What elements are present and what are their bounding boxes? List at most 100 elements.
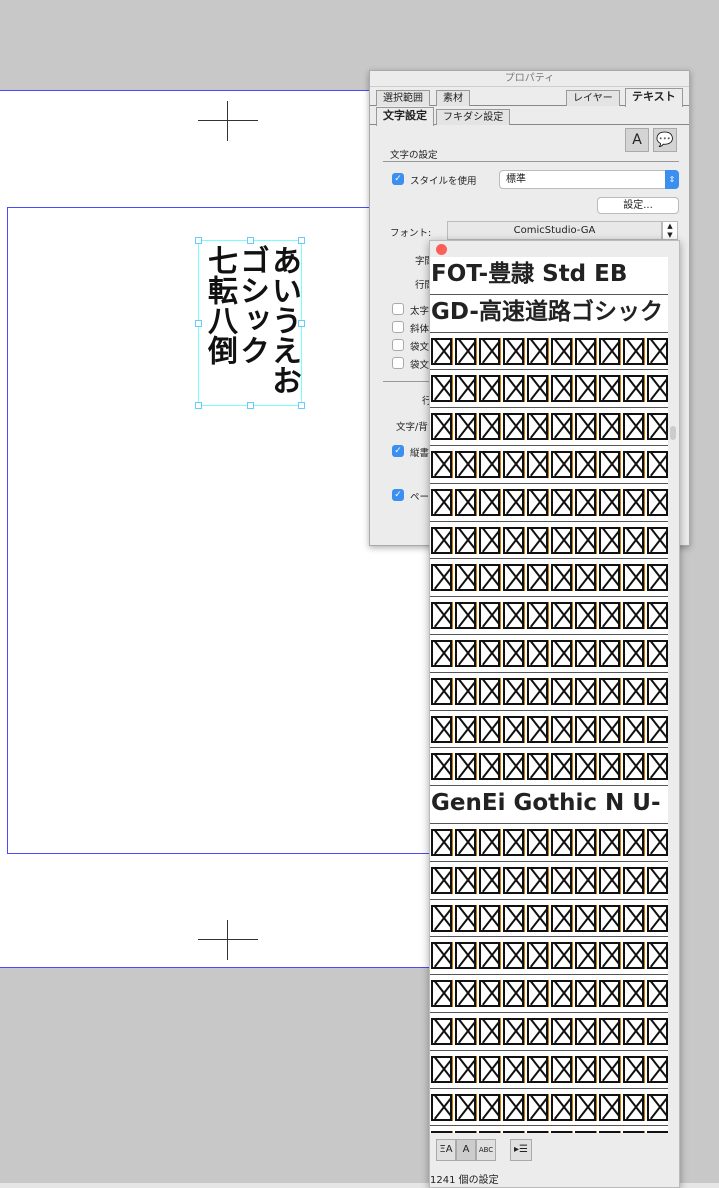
font-list-item-missing-glyphs[interactable] <box>430 711 668 749</box>
close-icon[interactable] <box>436 244 447 255</box>
missing-glyph-icon <box>431 413 452 441</box>
missing-glyph-icon <box>647 450 668 478</box>
missing-glyph-icon <box>647 1017 668 1045</box>
vertical-writing-checkbox[interactable]: ✓ <box>392 445 404 457</box>
divider <box>383 161 679 162</box>
font-list-item-missing-glyphs[interactable] <box>430 1051 668 1089</box>
resize-handle[interactable] <box>298 320 305 327</box>
font-list-item-missing-glyphs[interactable] <box>430 370 668 409</box>
missing-glyph-icon <box>503 980 524 1008</box>
page-checkbox[interactable]: ✓ <box>392 489 404 501</box>
resize-handle[interactable] <box>195 402 202 409</box>
missing-glyph-icon <box>575 602 596 630</box>
font-list-item[interactable]: FOT-豊隷 Std EB <box>430 257 668 295</box>
font-list-item-missing-glyphs[interactable] <box>430 484 668 522</box>
font-list-item-missing-glyphs[interactable] <box>430 1089 668 1127</box>
resize-handle[interactable] <box>298 402 305 409</box>
font-list[interactable]: FOT-豊隷 Std EB GD-高速道路ゴシック GenEi Gothic N U… <box>430 257 668 1133</box>
missing-glyph-icon <box>599 677 620 705</box>
missing-glyph-icon <box>599 602 620 630</box>
font-list-item-missing-glyphs[interactable] <box>430 559 668 598</box>
font-list-item-missing-glyphs[interactable] <box>430 975 668 1013</box>
font-list-item-missing-glyphs[interactable] <box>430 937 668 976</box>
missing-glyph-icon <box>575 450 596 478</box>
tab-balloon-settings[interactable]: フキダシ設定 <box>436 109 511 125</box>
missing-glyph-icon <box>551 526 572 554</box>
font-sample-icon[interactable]: A <box>456 1139 476 1161</box>
font-list-item-missing-glyphs[interactable] <box>430 1126 668 1133</box>
missing-glyph-icon <box>527 337 548 365</box>
tab-character-settings[interactable]: 文字設定 <box>376 107 434 126</box>
missing-glyph-icon <box>551 488 572 516</box>
missing-glyph-icon <box>503 715 524 743</box>
font-list-item-missing-glyphs[interactable] <box>430 522 668 560</box>
missing-glyph-icon <box>647 526 668 554</box>
balloon-tool-icon[interactable]: 💬 <box>653 128 677 152</box>
resize-handle[interactable] <box>247 237 254 244</box>
missing-glyph-icon <box>647 375 668 403</box>
missing-glyph-icon <box>455 602 476 630</box>
font-list-item-missing-glyphs[interactable] <box>430 862 668 900</box>
resize-handle[interactable] <box>247 402 254 409</box>
missing-glyph-icon <box>455 639 476 667</box>
sub-tabs: 文字設定 フキダシ設定 <box>370 107 689 126</box>
font-abc-icon[interactable]: ABC <box>476 1139 496 1161</box>
font-list-item-missing-glyphs[interactable] <box>430 446 668 484</box>
font-list-item-missing-glyphs[interactable] <box>430 1013 668 1051</box>
font-list-item-missing-glyphs[interactable] <box>430 900 668 938</box>
missing-glyph-icon <box>527 866 548 894</box>
font-list-item-missing-glyphs[interactable] <box>430 333 668 371</box>
font-list-item-missing-glyphs[interactable] <box>430 673 668 711</box>
missing-glyph-icon <box>647 980 668 1008</box>
style-select[interactable]: 標準 ⇕ <box>499 170 679 189</box>
scrollbar[interactable] <box>670 426 676 440</box>
font-list-item-missing-glyphs[interactable] <box>430 408 668 446</box>
missing-glyph-icon <box>503 753 524 781</box>
outline2-checkbox[interactable] <box>392 357 404 369</box>
missing-glyph-icon <box>575 564 596 592</box>
font-list-item-missing-glyphs[interactable] <box>430 824 668 862</box>
tab-text[interactable]: テキスト <box>625 88 683 107</box>
font-field[interactable]: ComicStudio-GA <box>447 221 662 240</box>
bold-checkbox[interactable] <box>392 303 404 315</box>
tab-material[interactable]: 素材 <box>436 90 470 106</box>
missing-glyph-icon <box>599 1093 620 1121</box>
text-object[interactable]: あいうえお ゴシック 七転八倒 <box>195 237 305 409</box>
resize-handle[interactable] <box>195 237 202 244</box>
font-preview-icon[interactable]: ΞA <box>436 1139 456 1161</box>
font-list-item[interactable]: GenEi Gothic N U- <box>430 786 668 824</box>
tab-layer[interactable]: レイヤー <box>566 90 620 106</box>
font-list-item-missing-glyphs[interactable] <box>430 597 668 635</box>
use-style-label: スタイルを使用 <box>410 176 477 187</box>
font-stepper[interactable]: ▲ ▼ <box>662 221 678 240</box>
vertical-text: あいうえお ゴシック 七転八倒 <box>202 245 301 395</box>
italic-checkbox[interactable] <box>392 321 404 333</box>
resize-handle[interactable] <box>298 237 305 244</box>
missing-glyph-icon <box>503 337 524 365</box>
missing-glyph-icon <box>599 337 620 365</box>
resize-handle[interactable] <box>195 320 202 327</box>
outline-checkbox[interactable] <box>392 339 404 351</box>
missing-glyph-icon <box>623 828 644 856</box>
tab-selection[interactable]: 選択範囲 <box>376 90 430 106</box>
missing-glyph-icon <box>623 904 644 932</box>
missing-glyph-icon <box>431 639 452 667</box>
missing-glyph-icon <box>527 639 548 667</box>
missing-glyph-icon <box>431 1017 452 1045</box>
font-list-item-missing-glyphs[interactable] <box>430 748 668 787</box>
panel-toggle-icon[interactable]: ▸☰ <box>510 1139 532 1161</box>
outline-label: 袋文 <box>410 342 430 353</box>
panel-title: プロパティ <box>370 71 689 87</box>
missing-glyph-icon <box>527 828 548 856</box>
settings-button[interactable]: 設定... <box>597 197 679 214</box>
text-tool-icon[interactable]: A <box>625 128 649 152</box>
missing-glyph-icon <box>527 526 548 554</box>
missing-glyph-icon <box>551 450 572 478</box>
missing-glyph-icon <box>503 1055 524 1083</box>
font-list-item[interactable]: GD-高速道路ゴシック <box>430 295 668 333</box>
missing-glyph-icon <box>479 375 500 403</box>
missing-glyph-icon <box>431 1055 452 1083</box>
font-list-item-missing-glyphs[interactable] <box>430 635 668 673</box>
use-style-checkbox[interactable]: ✓ <box>392 173 404 185</box>
missing-glyph-icon <box>455 1055 476 1083</box>
